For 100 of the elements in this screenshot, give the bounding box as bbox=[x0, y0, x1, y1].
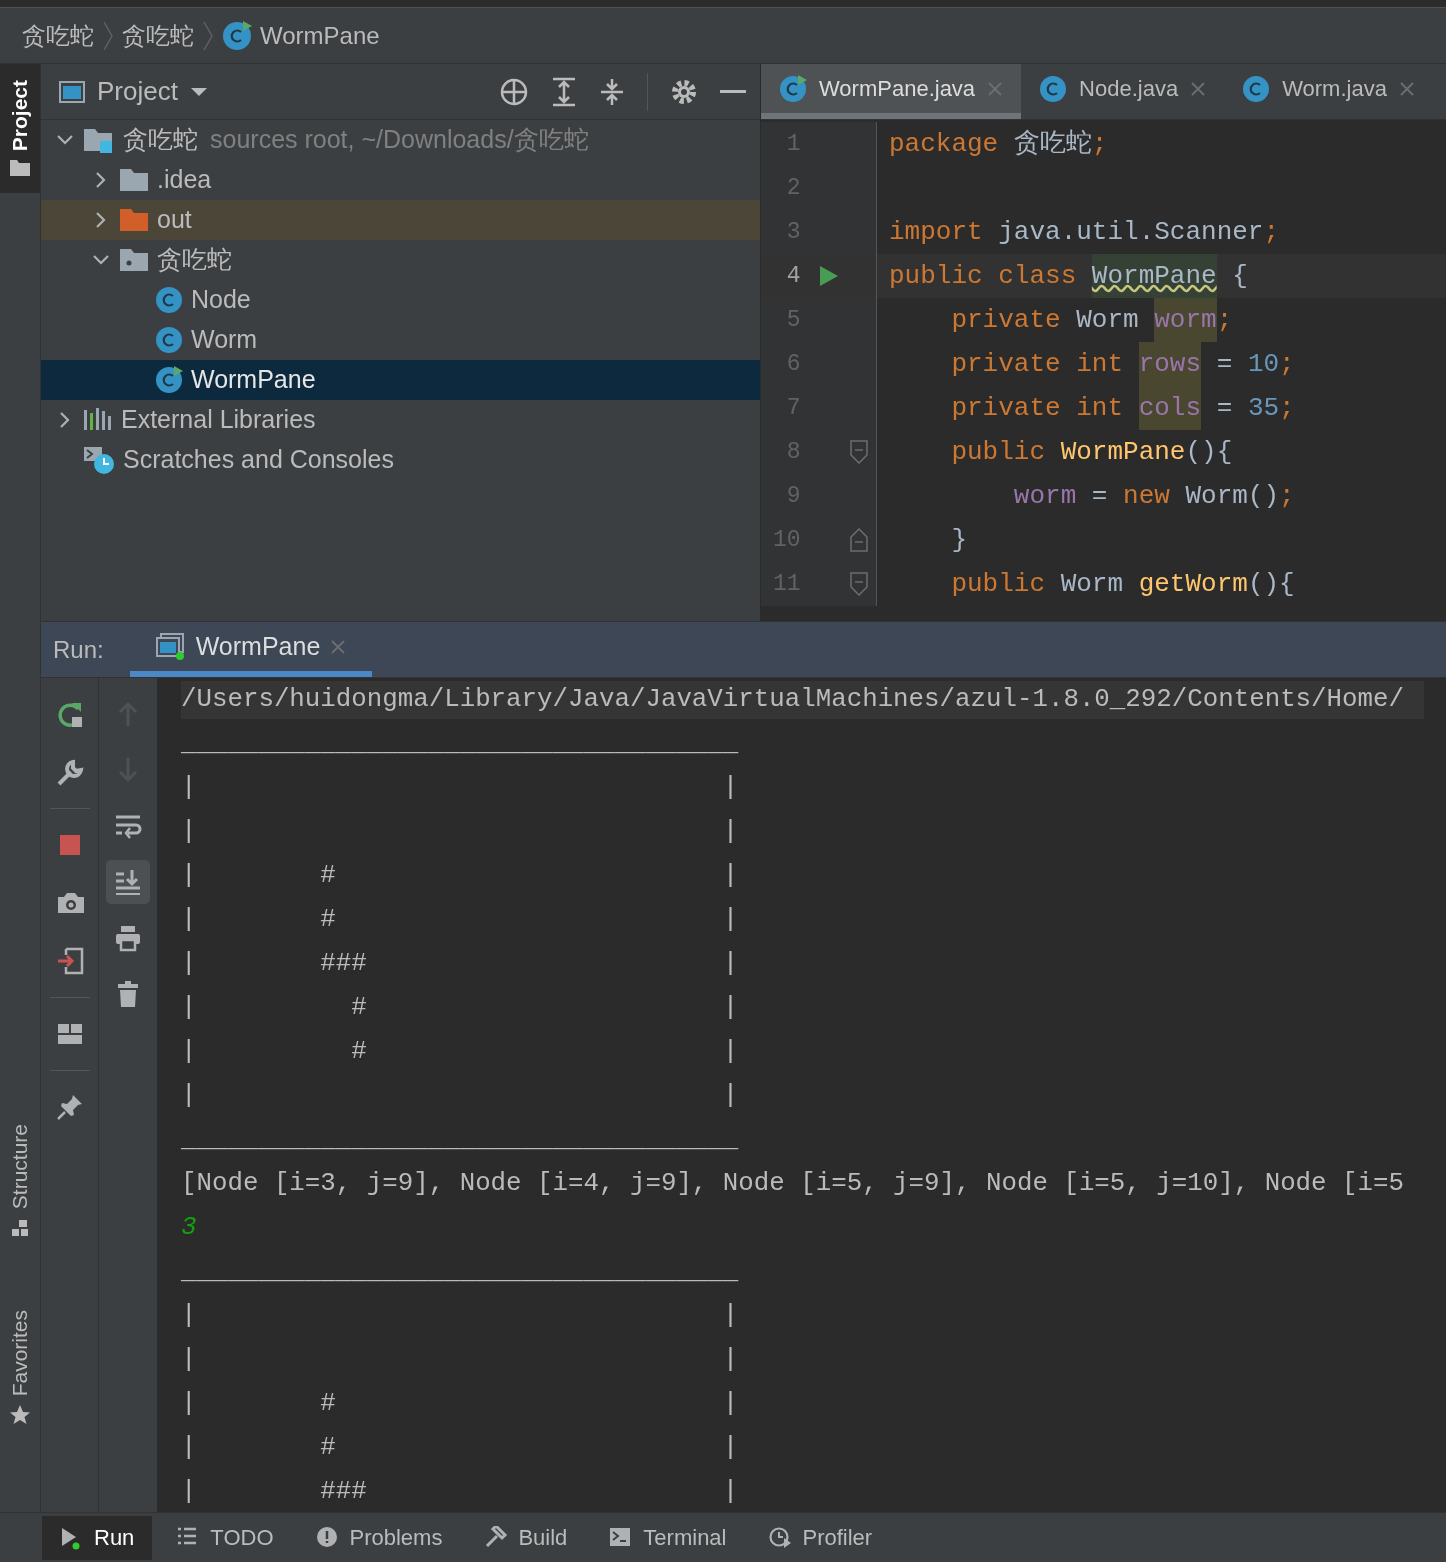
close-icon bbox=[987, 80, 1004, 97]
console-output-line: | # | bbox=[181, 1387, 739, 1420]
tree-item[interactable]: Scratches and Consoles bbox=[41, 440, 760, 480]
class-icon bbox=[155, 286, 183, 314]
breadcrumb-separator-icon bbox=[102, 20, 114, 51]
console-output-line: | | bbox=[181, 815, 739, 848]
close-icon bbox=[1190, 80, 1207, 97]
profiler-icon bbox=[768, 1525, 793, 1550]
settings-icon bbox=[670, 77, 698, 106]
tree-item[interactable]: out bbox=[41, 200, 760, 240]
tree-item-detail: sources root, ~/Downloads/贪吃蛇 bbox=[210, 124, 589, 156]
code-line: } bbox=[950, 523, 967, 557]
tool-window-button[interactable]: TODO bbox=[158, 1515, 292, 1560]
tool-window-button[interactable]: Run bbox=[42, 1515, 153, 1560]
runnable-class-icon bbox=[779, 74, 807, 103]
code-line: private Worm worm; bbox=[877, 298, 1233, 342]
run-label: Run: bbox=[52, 634, 105, 665]
runnable-class-icon bbox=[222, 20, 252, 51]
folder-icon bbox=[119, 167, 149, 193]
problems-icon bbox=[315, 1525, 340, 1550]
console-output-line: | # | bbox=[181, 991, 739, 1024]
console-output-line: | | bbox=[181, 771, 739, 804]
code-line: public WormPane(){ bbox=[950, 435, 1233, 469]
fold-icon bbox=[849, 572, 868, 596]
line-number: 4 bbox=[785, 261, 801, 291]
folder-icon bbox=[119, 207, 149, 233]
pin-icon bbox=[55, 1093, 84, 1121]
tree-item[interactable]: WormPane bbox=[41, 360, 760, 400]
structure-icon bbox=[10, 1217, 30, 1238]
class-icon bbox=[1039, 74, 1068, 103]
breadcrumb-item[interactable]: WormPane bbox=[222, 17, 380, 54]
console-output-line: | ### | bbox=[181, 1475, 739, 1508]
project-view-dropdown[interactable]: Project bbox=[59, 72, 208, 111]
console-output-line: | # | bbox=[181, 859, 739, 892]
star-icon bbox=[9, 1404, 31, 1426]
wrench-icon bbox=[55, 758, 84, 786]
close-icon bbox=[330, 638, 347, 655]
scratches-icon bbox=[83, 445, 115, 475]
code-line: import java.util.Scanner; bbox=[888, 215, 1280, 249]
tree-item[interactable]: Worm bbox=[41, 320, 760, 360]
console-output-line: ____________________________________ bbox=[181, 1255, 739, 1288]
tool-window-tab[interactable]: Favorites bbox=[0, 1293, 40, 1442]
tool-window-button[interactable]: Profiler bbox=[750, 1515, 891, 1560]
folder-icon bbox=[9, 159, 31, 178]
close-icon bbox=[1398, 80, 1415, 97]
console-output-line: | | bbox=[181, 1079, 739, 1112]
console-output-line: | # | bbox=[181, 1035, 739, 1068]
fold-icon bbox=[849, 528, 868, 552]
runnable-class-icon bbox=[155, 366, 183, 394]
tree-item[interactable]: 贪吃蛇 bbox=[41, 240, 760, 280]
tool-window-tab[interactable]: Structure bbox=[0, 1108, 40, 1254]
window-icon bbox=[59, 80, 85, 103]
crosshair-icon bbox=[499, 76, 529, 107]
tree-item[interactable]: .idea bbox=[41, 160, 760, 200]
tool-window-button[interactable]: Terminal bbox=[591, 1515, 745, 1560]
caret-icon bbox=[189, 86, 208, 97]
printer-icon bbox=[114, 924, 142, 952]
code-line: public Worm getWorm(){ bbox=[950, 567, 1295, 601]
tree-item[interactable]: Node bbox=[41, 280, 760, 320]
collapse-all-icon bbox=[599, 76, 625, 107]
code-line: package 贪吃蛇; bbox=[888, 127, 1108, 161]
tree-item[interactable]: 贪吃蛇 sources root, ~/Downloads/贪吃蛇 bbox=[41, 120, 760, 160]
fold-icon bbox=[849, 440, 868, 464]
run-icon bbox=[818, 265, 839, 287]
input-text: 3 bbox=[181, 1211, 197, 1244]
console-output-line: | ### | bbox=[181, 947, 739, 980]
breadcrumb-item[interactable]: 贪吃蛇 bbox=[22, 17, 94, 54]
scroll-to-end-icon bbox=[114, 868, 142, 896]
minimize-icon bbox=[720, 89, 746, 94]
expand-all-icon bbox=[551, 76, 577, 107]
rerun-icon bbox=[55, 700, 84, 728]
exit-icon bbox=[55, 947, 84, 975]
libraries-icon bbox=[83, 407, 113, 433]
code-line: worm = new Worm(); bbox=[1012, 479, 1295, 513]
breadcrumb-separator-icon bbox=[202, 20, 214, 51]
console-output-line: | | bbox=[181, 1299, 739, 1332]
editor-tab[interactable]: WormPane.java bbox=[761, 64, 1022, 119]
breadcrumb-item[interactable]: 贪吃蛇 bbox=[122, 17, 194, 54]
console-output-line: ____________________________________ bbox=[181, 727, 739, 760]
console-output-line: | # | bbox=[181, 1431, 739, 1464]
editor-tab[interactable]: Node.java bbox=[1021, 64, 1225, 119]
console-output-line: ____________________________________ bbox=[181, 1123, 739, 1156]
console-window-icon bbox=[155, 632, 186, 661]
tool-window-button[interactable]: Problems bbox=[297, 1515, 461, 1560]
editor-tab[interactable]: Worm.java bbox=[1224, 64, 1433, 119]
tool-window-button[interactable]: Build bbox=[466, 1515, 586, 1560]
code-line: public class WormPane { bbox=[877, 254, 1248, 298]
console-output-line: [Node [i=3, j=9], Node [i=4, j=9], Node [i=5, j=9], Node [i=5, j=10], Node [i=5 bbox=[181, 1167, 1404, 1200]
class-icon bbox=[1242, 74, 1271, 103]
code-line: private int rows = 10; bbox=[877, 342, 1295, 386]
tool-window-tab[interactable]: Project bbox=[0, 64, 40, 194]
build-icon bbox=[484, 1525, 509, 1550]
tree-item[interactable]: External Libraries bbox=[41, 400, 760, 440]
class-icon bbox=[155, 326, 183, 354]
code-line: private int cols = 35; bbox=[877, 386, 1295, 430]
module-folder-icon bbox=[83, 126, 115, 154]
package-folder-icon bbox=[119, 247, 149, 273]
console-output-line: | # | bbox=[181, 903, 739, 936]
console-output-line: | | bbox=[181, 1343, 739, 1376]
scroll-to-end-button[interactable] bbox=[106, 860, 150, 904]
